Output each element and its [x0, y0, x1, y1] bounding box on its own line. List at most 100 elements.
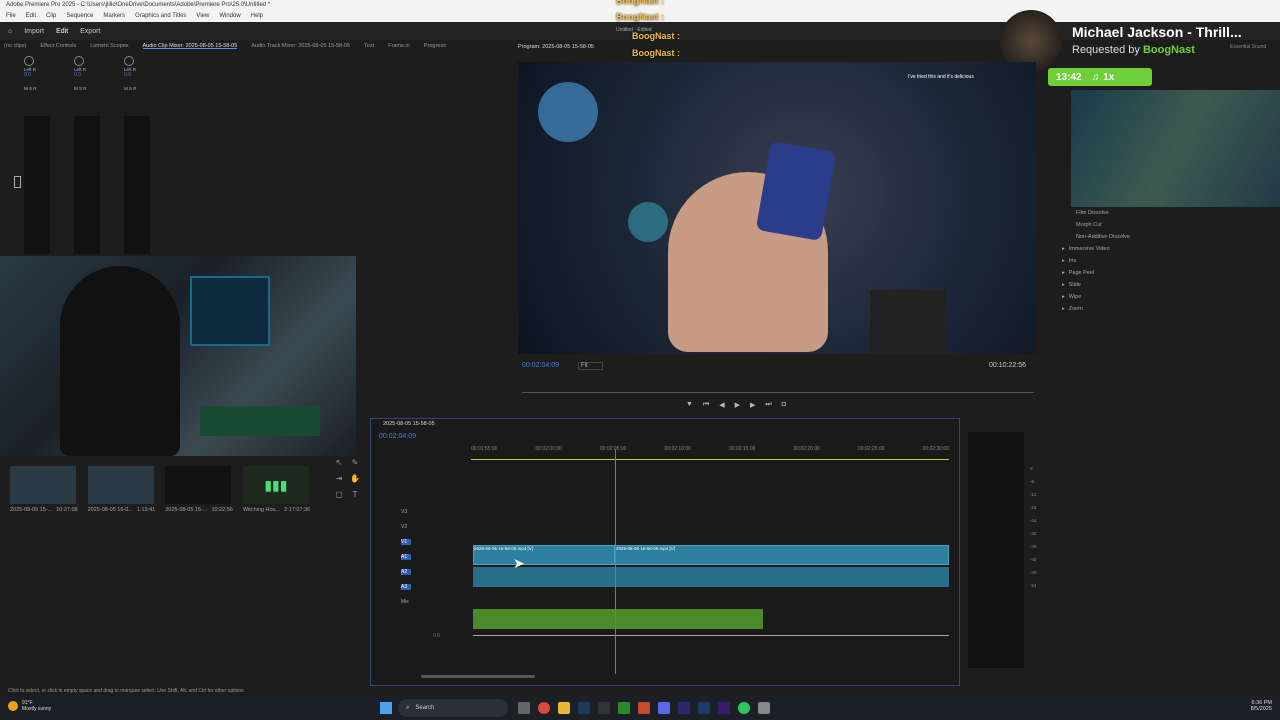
- video-clip[interactable]: 2025-08-05 15-58-05.mp4 [V]: [473, 545, 615, 565]
- menu-view[interactable]: View: [196, 13, 209, 21]
- menu-graphics[interactable]: Graphics and Titles: [135, 13, 186, 21]
- marker-icon[interactable]: ▼: [686, 401, 693, 409]
- tab-effect-controls[interactable]: Effect Controls: [40, 43, 76, 49]
- playhead[interactable]: [615, 449, 616, 674]
- spotify-icon[interactable]: [738, 702, 750, 714]
- app-icon[interactable]: [638, 702, 650, 714]
- project-item[interactable]: ▮▮▮ Witching Hou... 2:17:07:36: [242, 466, 311, 526]
- program-timecode[interactable]: 00:02:04:09: [522, 362, 559, 369]
- text-tool-icon[interactable]: T: [350, 490, 360, 500]
- menu-sequence[interactable]: Sequence: [66, 13, 93, 21]
- track-headers: V3 V2 V1 A1 A2 A3 Mix: [401, 509, 461, 649]
- frame-back-icon[interactable]: ◀: [719, 401, 724, 409]
- effect-folder[interactable]: ▸ Wipe: [1058, 291, 1258, 303]
- channel-controls[interactable]: M S R: [74, 86, 87, 91]
- menu-window[interactable]: Window: [219, 13, 240, 21]
- timeline-scrollbar[interactable]: [421, 675, 535, 678]
- effect-item[interactable]: Non-Additive Dissolve: [1058, 231, 1258, 243]
- play-icon[interactable]: ▶: [735, 401, 740, 409]
- clock-date[interactable]: 8/5/2025: [1251, 706, 1272, 712]
- tab-text[interactable]: Text: [364, 43, 374, 49]
- effect-item[interactable]: Film Dissolve: [1058, 207, 1258, 219]
- effect-folder[interactable]: ▸ Page Peel: [1058, 267, 1258, 279]
- item-duration: 2:17:07:36: [284, 507, 311, 513]
- discord-icon[interactable]: [658, 702, 670, 714]
- import-tab[interactable]: Import: [24, 28, 44, 35]
- audio-clip-a3[interactable]: [473, 609, 763, 629]
- select-tool-icon[interactable]: ↖: [334, 458, 344, 468]
- effect-item[interactable]: Morph Cut: [1058, 219, 1258, 231]
- timeline-timecode[interactable]: 00:02:04:09: [379, 433, 416, 440]
- track-v3[interactable]: V3: [401, 509, 461, 515]
- clip-label: 2025-08-05 15-58-05.mp4 [V]: [616, 546, 676, 551]
- project-item[interactable]: 2025-08-05 16-0... 1:13:41: [87, 466, 155, 526]
- track-v2[interactable]: V2: [401, 524, 461, 530]
- pan-knob[interactable]: [24, 56, 34, 66]
- work-area-bar[interactable]: [471, 459, 949, 460]
- mix-value[interactable]: 0.0: [433, 633, 440, 639]
- effect-folder[interactable]: ▸ Slide: [1058, 279, 1258, 291]
- tab-audio-track-mixer[interactable]: Audio Track Mixer: 2025-08-05 15-58-05: [251, 43, 350, 49]
- fit-select[interactable]: Fit: [578, 362, 603, 370]
- chat-line: BoogNast :: [616, 0, 665, 6]
- task-view-icon[interactable]: [518, 702, 530, 714]
- premiere-icon[interactable]: [718, 702, 730, 714]
- tab-progress[interactable]: Progress: [424, 43, 446, 49]
- tab-no-clips[interactable]: (no clips): [4, 43, 26, 49]
- channel-controls[interactable]: M S R: [124, 86, 137, 91]
- photoshop-icon[interactable]: [698, 702, 710, 714]
- tab-audio-clip-mixer[interactable]: Audio Clip Mixer: 2025-08-05 15-58-05: [142, 43, 238, 49]
- step-forward-icon[interactable]: ⏭: [765, 401, 771, 409]
- chevron-right-icon: ▸: [1062, 258, 1065, 264]
- pen-tool-icon[interactable]: ✎: [350, 458, 360, 468]
- hand-tool-icon[interactable]: ✋: [350, 474, 360, 484]
- timeline-ruler[interactable]: 00:01:55:00 00:02:00:00 00:02:05:00 00:0…: [471, 446, 949, 458]
- project-item[interactable]: 2025-08-05 15-... 10:27:08: [10, 466, 78, 526]
- channel-controls[interactable]: M S R: [24, 86, 37, 91]
- audio-clip-a1[interactable]: [473, 567, 949, 587]
- export-tab[interactable]: Export: [80, 28, 100, 35]
- effect-folder[interactable]: ▸ Iris: [1058, 255, 1258, 267]
- music-note-icon: ♫: [1091, 71, 1100, 83]
- obs-icon[interactable]: [598, 702, 610, 714]
- fader-handle[interactable]: [14, 176, 21, 188]
- track-v1[interactable]: V1: [401, 539, 411, 545]
- weather-widget[interactable]: 91°F Mostly sunny: [8, 700, 51, 712]
- menu-file[interactable]: File: [6, 13, 16, 21]
- menu-help[interactable]: Help: [251, 13, 263, 21]
- chrome-icon[interactable]: [538, 702, 550, 714]
- tab-lumetri-scopes[interactable]: Lumetri Scopes: [90, 43, 128, 49]
- project-item[interactable]: 2025-08-05 15-... 10:22:56: [165, 466, 233, 526]
- steam-icon[interactable]: [578, 702, 590, 714]
- menu-markers[interactable]: Markers: [103, 13, 125, 21]
- rect-tool-icon[interactable]: ▢: [334, 490, 344, 500]
- program-monitor-tab[interactable]: Program: 2025-08-05 15-58-05: [518, 44, 594, 50]
- tab-frameio[interactable]: Frame.io: [388, 43, 410, 49]
- step-back-icon[interactable]: ⏮: [703, 401, 709, 409]
- settings-icon[interactable]: [758, 702, 770, 714]
- effects-panel-label[interactable]: Essential Sound: [1230, 44, 1266, 50]
- track-a3[interactable]: A3: [401, 584, 411, 590]
- menu-edit[interactable]: Edit: [26, 13, 36, 21]
- pan-knob[interactable]: [74, 56, 84, 66]
- track-a1[interactable]: A1: [401, 554, 411, 560]
- search-box[interactable]: ⌕ Search: [398, 699, 508, 717]
- windows-start-icon[interactable]: [380, 702, 392, 714]
- track-a2[interactable]: A2: [401, 569, 411, 575]
- menu-clip[interactable]: Clip: [46, 13, 56, 21]
- pan-knob[interactable]: [124, 56, 134, 66]
- effect-folder[interactable]: ▸ Zoom: [1058, 303, 1258, 315]
- file-explorer-icon[interactable]: [558, 702, 570, 714]
- camera-icon[interactable]: ◘: [782, 401, 786, 409]
- timeline-tab[interactable]: 2025-08-05 15-58-05: [383, 421, 435, 427]
- program-scrubber[interactable]: [522, 392, 1034, 393]
- frame-forward-icon[interactable]: ▶: [750, 401, 755, 409]
- xbox-icon[interactable]: [618, 702, 630, 714]
- after-effects-icon[interactable]: [678, 702, 690, 714]
- effect-folder[interactable]: ▸ Immersive Video: [1058, 243, 1258, 255]
- edit-tab[interactable]: Edit: [56, 28, 68, 35]
- track-select-icon[interactable]: ⇥: [334, 474, 344, 484]
- home-icon[interactable]: ⌂: [8, 28, 12, 35]
- video-clip[interactable]: 2025-08-05 15-58-05.mp4 [V]: [615, 545, 949, 565]
- weather-desc: Mostly sunny: [22, 706, 52, 712]
